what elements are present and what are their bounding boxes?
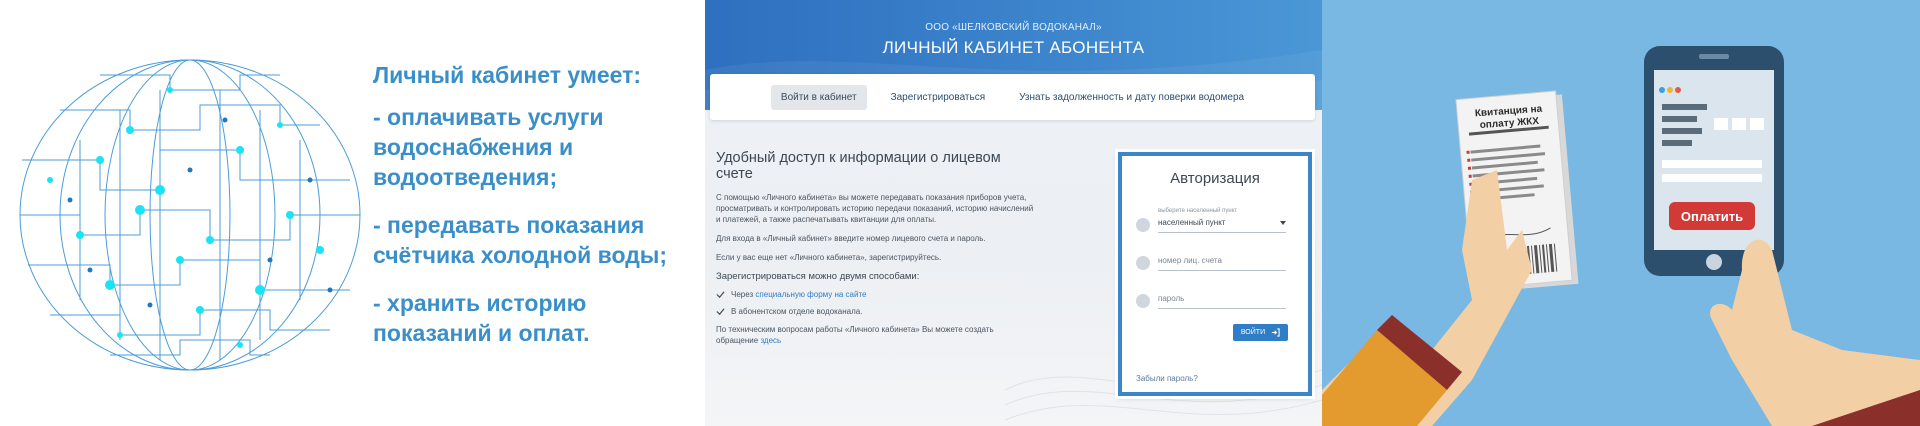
pay-button: Оплатить	[1669, 202, 1755, 230]
company-name: ООО «ШЕЛКОВСКИЙ ВОДОКАНАЛ»	[925, 22, 1102, 33]
field-underline	[1158, 232, 1286, 233]
features-heading: Личный кабинет умеет:	[373, 62, 642, 88]
registration-ways-title: Зарегистрироваться можно двумя способами…	[716, 271, 920, 282]
features-list: Личный кабинет умеет: - оплачивать услуг…	[373, 60, 703, 366]
account-number-placeholder: номер лиц. счета	[1158, 256, 1222, 265]
field-underline	[1158, 308, 1286, 309]
forgot-password-link[interactable]: Забыли пароль?	[1136, 374, 1198, 383]
auth-title: Авторизация	[1170, 170, 1260, 187]
info-title: Удобный доступ к информации о лицевом сч…	[716, 150, 1001, 182]
payment-illustration: Квитанция на оплату ЖКХ Оплатить	[1322, 0, 1920, 426]
feature-item-payment: - оплачивать услуги водоснабжения и водо…	[373, 104, 604, 190]
check-icon	[716, 291, 725, 299]
field-underline	[1158, 270, 1286, 271]
portal-screenshot: ООО «ШЕЛКОВСКИЙ ВОДОКАНАЛ» ЛИЧНЫЙ КАБИНЕ…	[705, 0, 1322, 426]
account-number-input[interactable]: номер лиц. счета	[1136, 252, 1296, 276]
features-panel: Личный кабинет умеет: - оплачивать услуг…	[0, 0, 705, 426]
tab-debt-check[interactable]: Узнать задолженность и дату поверки водо…	[1009, 85, 1254, 110]
info-paragraph: Для входа в «Личный кабинет» введите ном…	[716, 234, 986, 243]
location-pin-icon	[1136, 218, 1150, 232]
info-section: Удобный доступ к информации о лицевом сч…	[716, 150, 1036, 354]
feature-item-history: - хранить историю показаний и оплат.	[373, 290, 590, 346]
feature-item-readings: - передавать показания счётчика холодной…	[373, 212, 668, 268]
banner: Личный кабинет умеет: - оплачивать услуг…	[0, 0, 1920, 426]
registration-way-item: В абонентском отделе водоканала.	[716, 307, 1036, 316]
support-link[interactable]: здесь	[760, 336, 781, 345]
check-icon	[716, 308, 725, 316]
receipt-title: Квитанция на оплату ЖКХ	[1474, 103, 1543, 132]
registration-way-text: Через специальную форму на сайте	[731, 290, 867, 299]
password-input[interactable]: пароль	[1136, 290, 1296, 314]
locality-value: населенный пункт	[1158, 218, 1226, 227]
tab-register[interactable]: Зарегистрироваться	[881, 85, 996, 110]
auth-form: Авторизация выберите населенный пункт на…	[1118, 152, 1312, 396]
locality-select[interactable]: выберите населенный пункт населенный пун…	[1136, 208, 1296, 238]
key-icon	[1136, 294, 1150, 308]
login-button-label: ВОЙТИ	[1240, 329, 1266, 336]
globe-network-icon	[19, 59, 361, 371]
user-icon	[1136, 256, 1150, 270]
info-paragraph: С помощью «Личного кабинета» вы можете п…	[716, 193, 1034, 224]
registration-way-text: В абонентском отделе водоканала.	[731, 307, 863, 316]
portal-nav: Войти в кабинет Зарегистрироваться Узнат…	[710, 74, 1315, 120]
portal-title: ЛИЧНЫЙ КАБИНЕТ АБОНЕНТА	[882, 38, 1145, 57]
registration-form-link[interactable]: специальную форму на сайте	[755, 290, 866, 299]
info-paragraph: Если у вас еще нет «Личного кабинета», з…	[716, 253, 942, 262]
login-arrow-icon	[1272, 328, 1280, 337]
phone-payment-illustration	[1322, 46, 1920, 426]
password-placeholder: пароль	[1158, 294, 1185, 303]
login-button[interactable]: ВОЙТИ	[1233, 324, 1288, 341]
chevron-down-icon	[1280, 221, 1286, 225]
registration-way-item: Через специальную форму на сайте	[716, 290, 1036, 299]
locality-label: выберите населенный пункт	[1158, 208, 1238, 214]
support-text: По техническим вопросам работы «Личного …	[716, 325, 994, 345]
tab-login[interactable]: Войти в кабинет	[770, 84, 867, 110]
